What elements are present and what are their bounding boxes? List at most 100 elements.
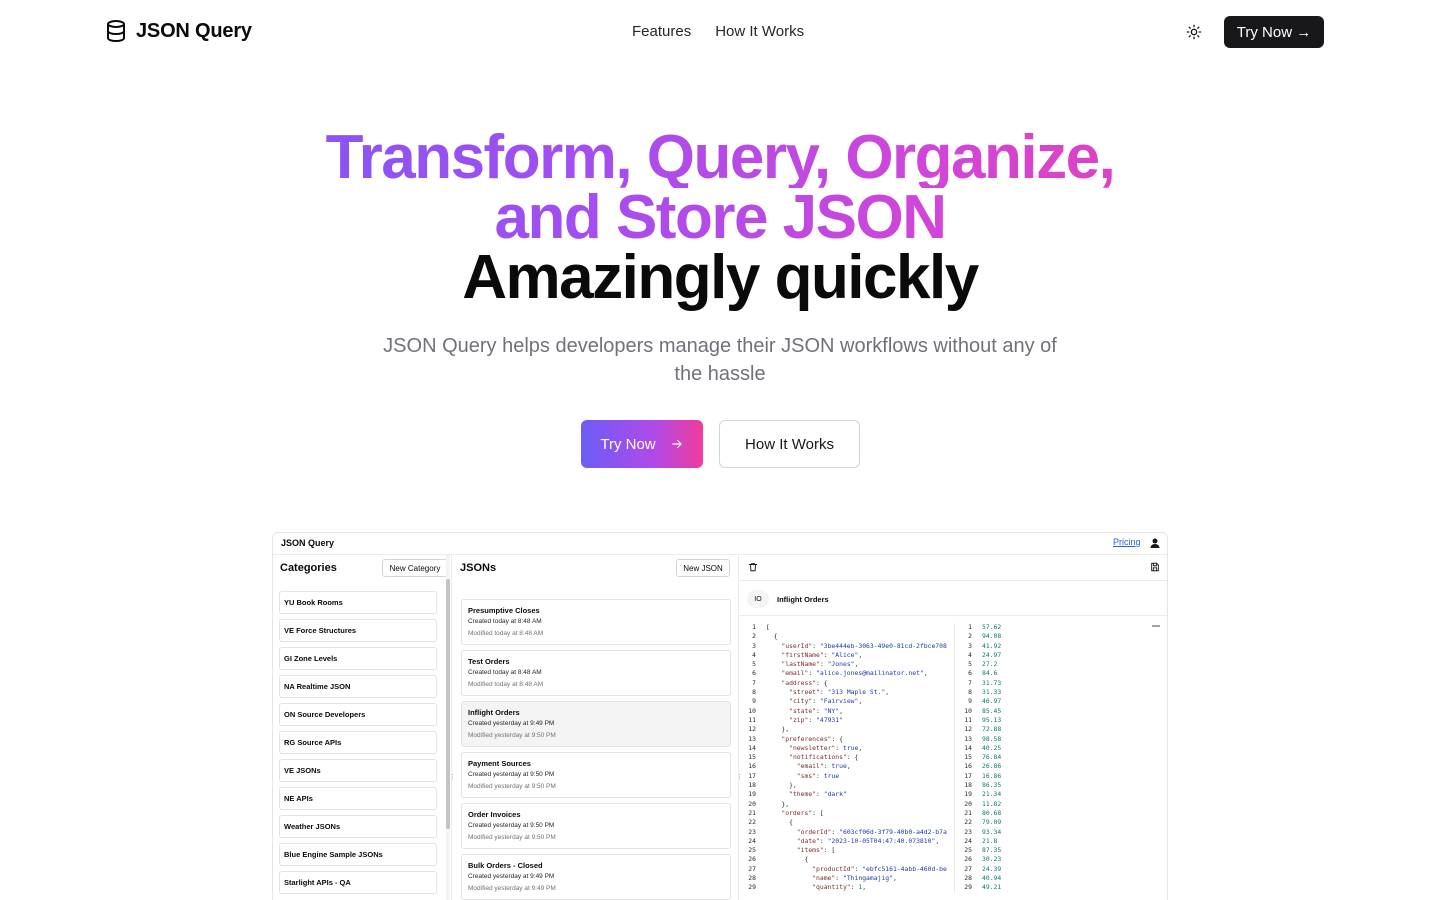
category-item-label: Weather JSONs [284, 822, 341, 831]
trash-icon[interactable] [748, 562, 758, 572]
category-item[interactable]: Blue Engine Sample JSONs [279, 843, 437, 866]
code-line: 20 11.82 [956, 800, 1156, 809]
brand[interactable]: JSON Query [104, 19, 252, 43]
code-line: 15 76.84 [956, 753, 1156, 762]
save-icon[interactable] [1150, 562, 1160, 572]
code-token: true [842, 743, 859, 752]
json-card-name: Bulk Orders - Closed [468, 861, 543, 870]
preview-app-title: JSON Query [281, 538, 335, 548]
output-code-editor[interactable]: 1 57.62 2 94.08 3 41.92 4 24.97 5 27.2 6 84.6 7 31.73… [956, 623, 1156, 893]
code-line: 1 57.62 [956, 623, 1156, 632]
code-line: 24 21.8 [956, 837, 1156, 846]
code-token: : [831, 827, 840, 836]
code-line: 22 { [740, 818, 954, 827]
code-token: true [823, 771, 840, 780]
category-item[interactable]: VE JSONs [279, 759, 437, 782]
theme-toggle-button[interactable] [1184, 22, 1204, 42]
jsons-header: JSONs New JSON [453, 555, 738, 581]
hero-how-it-works-button[interactable]: How It Works [719, 420, 860, 468]
json-card-created: Created yesterday at 9:50 PM [468, 822, 555, 829]
code-token: "email" [781, 669, 809, 678]
json-card-modified: Modified yesterday at 9:50 PM [468, 834, 556, 841]
new-json-button[interactable]: New JSON [676, 559, 730, 577]
code-line: 27 24.39 [956, 865, 1156, 874]
category-item[interactable]: YU Book Rooms [279, 591, 437, 614]
scrollbar-thumb[interactable] [446, 579, 450, 829]
code-line: 18 }, [740, 781, 954, 790]
line-number: 24 [748, 836, 756, 845]
line-number: 6 [968, 669, 972, 678]
line-number: 20 [964, 799, 972, 808]
json-card-modified: Modified yesterday at 9:49 PM [468, 885, 556, 892]
category-item[interactable]: NA Realtime JSON [279, 675, 437, 698]
io-toggle[interactable]: IO [747, 590, 769, 608]
code-token: : [835, 743, 843, 752]
nav-try-now-button[interactable]: Try Now → [1224, 16, 1324, 48]
json-card[interactable]: Presumptive Closes Created today at 8:48 … [461, 599, 731, 645]
line-number: 8 [752, 688, 756, 697]
line-number: 15 [964, 753, 972, 762]
line-number: 15 [748, 753, 756, 762]
line-number: 12 [748, 725, 756, 734]
code-token: "Jones" [827, 660, 855, 669]
new-category-button[interactable]: New Category [382, 559, 448, 577]
line-number: 25 [964, 846, 972, 855]
code-token: "313 Maple St." [827, 688, 886, 697]
code-token: : [835, 874, 843, 883]
jsons-title: JSONs [460, 562, 497, 574]
code-line: 21 80.68 [956, 809, 1156, 818]
json-card[interactable]: Payment Sources Created yesterday at 9:50… [461, 752, 731, 798]
category-item[interactable]: ON Source Developers [279, 703, 437, 726]
code-token: "3be444eb-3063-49e0-81cd-2fbce708 [819, 641, 947, 650]
editor-scroll-indicator [1152, 625, 1160, 627]
json-card-name: Presumptive Closes [468, 606, 540, 615]
preview-pricing-link[interactable]: Pricing [1113, 537, 1141, 547]
code-token: "Fairview" [819, 697, 859, 706]
line-number: 14 [964, 743, 972, 752]
code-line: 3 "userId": "3be444eb-3063-49e0-81cd-2fb… [740, 642, 954, 651]
code-line: 12 }, [740, 725, 954, 734]
user-icon[interactable] [1149, 537, 1161, 549]
code-token: "47931" [816, 715, 843, 724]
hero-subtitle: JSON Query helps developers manage their… [383, 335, 1057, 385]
hero-try-now-button[interactable]: Try Now [581, 420, 703, 468]
input-code-editor[interactable]: 1[2 {3 "userId": "3be444eb-3063-49e0-81c… [740, 623, 955, 893]
nav-link-features[interactable]: Features [632, 23, 691, 40]
json-card[interactable]: Bulk Orders - Closed Created yesterday at… [461, 854, 731, 900]
json-card[interactable]: Order Invoices Created yesterday at 9:50 … [461, 803, 731, 849]
category-item[interactable]: RG Source APIs [279, 731, 437, 754]
category-item[interactable]: VE Force Structures [279, 619, 437, 642]
code-line: 11 "zip": "47931" [740, 716, 954, 725]
code-value: 27.2 [982, 660, 998, 669]
code-line: 9 46.97 [956, 697, 1156, 706]
code-token: "items" [796, 846, 824, 855]
categories-scrollbar[interactable] [446, 555, 450, 900]
code-line: 10 85.45 [956, 707, 1156, 716]
code-token: }, [766, 781, 797, 790]
json-card[interactable]: Inflight Orders Created yesterday at 9:49… [461, 701, 731, 747]
code-token: "firstName" [781, 650, 824, 659]
code-line: 7 31.73 [956, 679, 1156, 688]
editor-tab-bar: IO Inflight Orders [740, 582, 1167, 616]
code-token: : [819, 836, 828, 845]
code-token: "quantity" [812, 883, 851, 892]
line-number: 23 [748, 827, 756, 836]
code-token: "sms" [796, 771, 817, 780]
category-item[interactable]: GI Zone Levels [279, 647, 437, 670]
category-item[interactable]: Starlight APIs - QA [279, 871, 437, 894]
category-item[interactable]: Weather JSONs [279, 815, 437, 838]
sun-icon [1186, 24, 1202, 40]
json-card[interactable]: Test Orders Created today at 8:48 AM Modif… [461, 650, 731, 696]
code-token: "dark" [823, 790, 847, 799]
code-value: 11.82 [982, 799, 1002, 808]
nav-link-how-it-works[interactable]: How It Works [715, 23, 804, 40]
code-line: 24 "date": "2023-10-05T04:47:40.073810", [740, 837, 954, 846]
category-item[interactable]: NE APIs [279, 787, 437, 810]
code-token: "alice.jones@mailinator.net" [816, 669, 924, 678]
